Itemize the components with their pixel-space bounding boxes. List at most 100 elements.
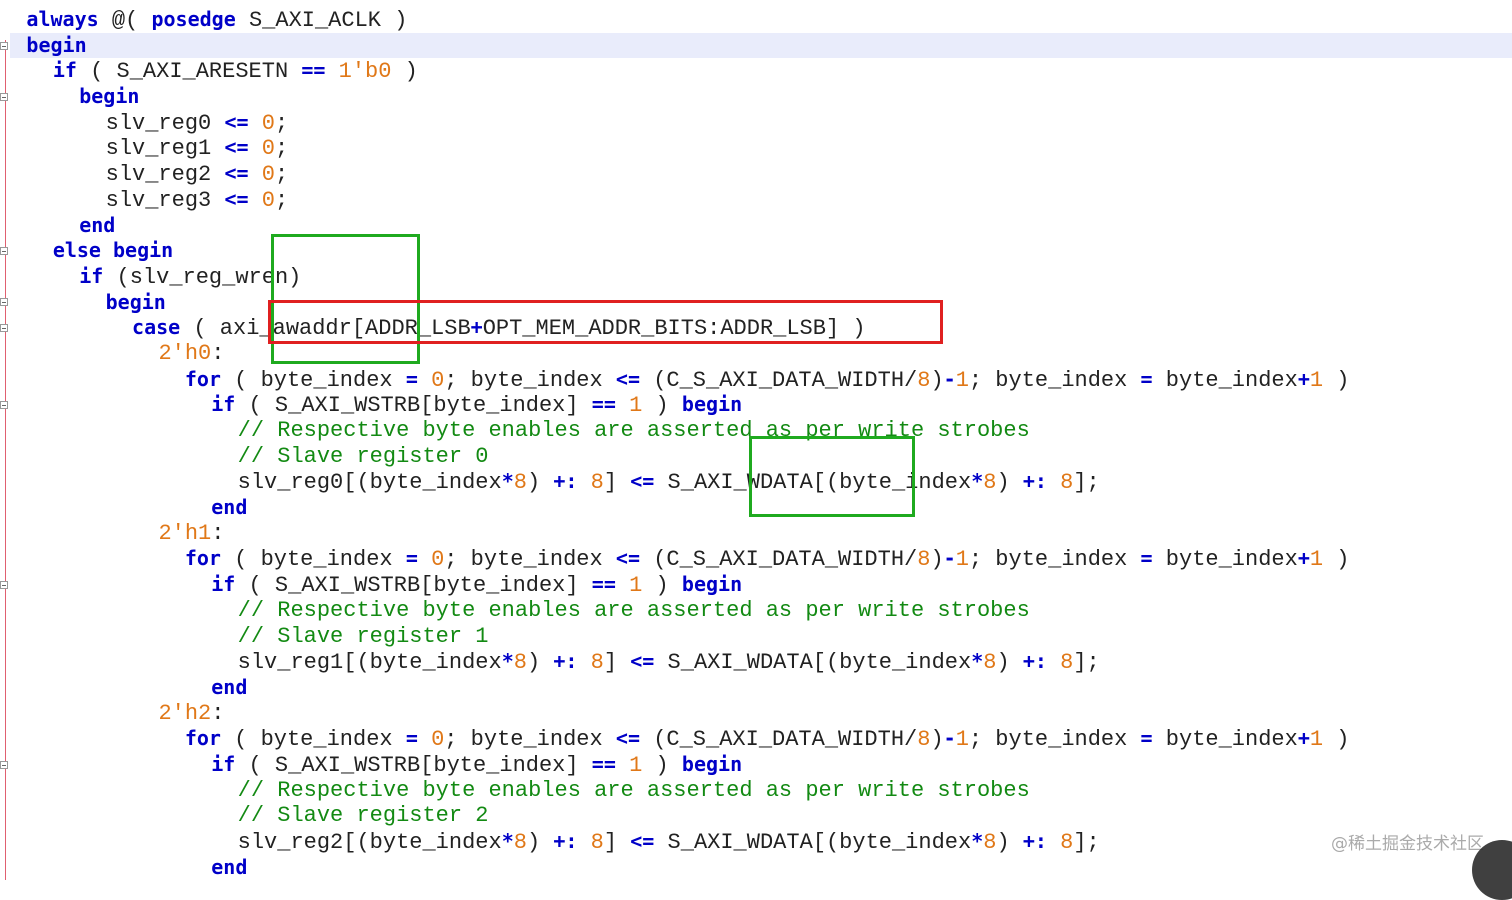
code-token: ; xyxy=(274,136,289,162)
number-token: 8 xyxy=(983,830,997,855)
code-line[interactable]: slv_reg3 <= 0; xyxy=(0,187,1349,213)
code-token: ; byte_index xyxy=(968,367,1141,393)
code-token: ]; xyxy=(1073,650,1100,676)
code-line[interactable]: slv_reg2 <= 0; xyxy=(0,161,1349,187)
code-line[interactable]: if ( S_AXI_WSTRB[byte_index] == 1 ) begi… xyxy=(0,752,1349,778)
operator-token: * xyxy=(501,469,514,494)
code-line[interactable]: // Respective byte enables are asserted … xyxy=(0,598,1349,624)
code-line[interactable]: begin xyxy=(0,33,1349,59)
operator-token: == xyxy=(591,572,616,597)
code-line[interactable]: // Respective byte enables are asserted … xyxy=(0,778,1349,804)
code-line[interactable]: slv_reg1[(byte_index*8) +: 8] <= S_AXI_W… xyxy=(0,649,1349,675)
code-line[interactable]: // Slave register 2 xyxy=(0,803,1349,829)
keyword-token: end xyxy=(211,674,248,699)
code-token: (C_S_AXI_DATA_WIDTH/ xyxy=(640,547,918,573)
comment-token: // Respective byte enables are asserted … xyxy=(237,597,1030,623)
code-line[interactable]: 2'h2: xyxy=(0,701,1349,727)
code-token: ) xyxy=(1323,367,1350,393)
code-line[interactable]: else begin xyxy=(0,238,1349,264)
operator-token: <= xyxy=(615,546,640,571)
code-line[interactable]: slv_reg2[(byte_index*8) +: 8] <= S_AXI_W… xyxy=(0,829,1349,855)
code-token: ) xyxy=(930,727,944,753)
code-line[interactable]: end xyxy=(0,675,1349,701)
code-line[interactable]: end xyxy=(0,495,1349,521)
code-line[interactable]: slv_reg1 <= 0; xyxy=(0,135,1349,161)
number-token: 8 xyxy=(983,650,997,676)
keyword-token: else begin xyxy=(52,238,174,263)
operator-token: <= xyxy=(224,186,249,211)
code-line[interactable]: // Slave register 0 xyxy=(0,444,1349,470)
code-token: ) xyxy=(1323,727,1350,753)
operator-token: + xyxy=(1297,366,1310,391)
operator-token: == xyxy=(591,751,616,776)
number-token: 1'b0 xyxy=(338,59,392,85)
code-line[interactable]: if ( S_AXI_ARESETN == 1'b0 ) xyxy=(0,58,1349,84)
operator-token: +: xyxy=(1022,469,1047,494)
code-line[interactable]: for ( byte_index = 0; byte_index <= (C_S… xyxy=(0,546,1350,573)
number-token: 0 xyxy=(431,727,445,753)
code-line[interactable]: end xyxy=(0,855,1349,881)
operator-token: <= xyxy=(615,726,640,751)
code-token: ) xyxy=(526,470,554,496)
number-token: 0 xyxy=(261,110,275,136)
code-line[interactable]: if (slv_reg_wren) xyxy=(0,264,1349,290)
annotation-green-box-wdata xyxy=(749,436,915,517)
number-token: 8 xyxy=(917,727,931,753)
operator-token: = xyxy=(1140,546,1153,571)
code-token: ) xyxy=(996,470,1023,496)
code-line[interactable]: begin xyxy=(0,84,1349,110)
operator-token: <= xyxy=(630,649,655,674)
number-token: 8 xyxy=(513,830,527,855)
number-token: 8 xyxy=(917,547,931,573)
code-line[interactable]: // Respective byte enables are asserted … xyxy=(0,418,1349,444)
number-token: 0 xyxy=(431,367,445,393)
code-token: ) xyxy=(642,752,682,778)
code-token: ]; xyxy=(1073,470,1100,496)
operator-token: * xyxy=(971,469,984,494)
keyword-token: if xyxy=(211,751,236,776)
code-line[interactable]: if ( S_AXI_WSTRB[byte_index] == 1 ) begi… xyxy=(0,572,1349,598)
number-token: 0 xyxy=(261,187,275,213)
code-line[interactable]: for ( byte_index = 0; byte_index <= (C_S… xyxy=(0,726,1350,753)
code-token: slv_reg2 xyxy=(0,162,225,188)
operator-token: - xyxy=(943,546,956,571)
annotation-green-box-wren xyxy=(271,234,420,364)
code-line[interactable]: always @( posedge S_AXI_ACLK ) xyxy=(0,7,1349,33)
number-token: 8 xyxy=(1060,830,1074,855)
code-token: ) xyxy=(642,393,682,419)
code-line[interactable]: end xyxy=(0,213,1349,239)
code-line[interactable]: // Slave register 1 xyxy=(0,624,1349,650)
code-line[interactable]: 2'h0: xyxy=(0,341,1349,367)
code-token: ) xyxy=(1323,547,1350,573)
code-editor[interactable]: always @( posedge S_AXI_ACLK ) begin if … xyxy=(0,7,1349,880)
number-token: 8 xyxy=(917,367,931,393)
code-token: slv_reg3 xyxy=(0,187,225,213)
code-token: S_AXI_WDATA[(byte_index xyxy=(654,830,972,855)
number-token: 1 xyxy=(955,547,969,573)
code-line[interactable]: slv_reg0 <= 0; xyxy=(0,110,1349,136)
number-token: 1 xyxy=(1309,547,1324,573)
keyword-token: begin xyxy=(681,572,743,597)
number-token: 1 xyxy=(1309,367,1324,393)
operator-token: <= xyxy=(224,161,249,186)
keyword-token: begin xyxy=(105,289,166,314)
code-line[interactable]: 2'h1: xyxy=(0,521,1349,547)
operator-token: +: xyxy=(553,829,578,853)
keyword-token: if xyxy=(211,572,236,597)
code-line[interactable]: slv_reg0[(byte_index*8) +: 8] <= S_AXI_W… xyxy=(0,469,1349,495)
code-line[interactable]: for ( byte_index = 0; byte_index <= (C_S… xyxy=(0,366,1350,393)
operator-token: <= xyxy=(224,109,249,134)
code-line[interactable]: if ( S_AXI_WSTRB[byte_index] == 1 ) begi… xyxy=(0,392,1349,418)
